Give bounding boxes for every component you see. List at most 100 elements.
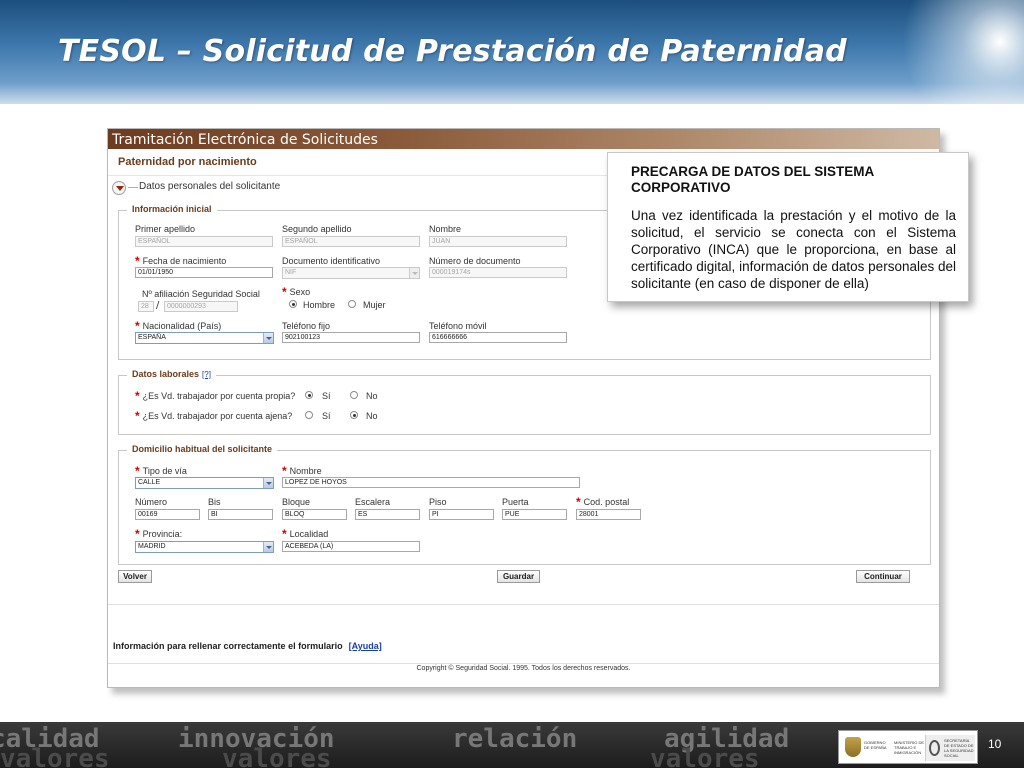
- continuar-button[interactable]: Continuar: [856, 570, 910, 583]
- radio-cuenta-propia-si[interactable]: [305, 391, 313, 399]
- nacionalidad-select[interactable]: ESPAÑA: [135, 332, 274, 344]
- help-link[interactable]: [?]: [202, 370, 211, 379]
- label-segundo-apellido: Segundo apellido: [282, 224, 352, 234]
- label-fecha-nacimiento-text: Fecha de nacimiento: [142, 256, 227, 266]
- footer-word: valores: [0, 744, 110, 768]
- divider: [108, 604, 939, 605]
- label-fecha-nacimiento: * Fecha de nacimiento: [135, 254, 226, 268]
- legend-informacion-inicial: Información inicial: [127, 204, 217, 214]
- puerta-field[interactable]: PUE: [502, 509, 567, 520]
- required-asterisk-icon: *: [282, 464, 287, 478]
- label-bis: Bis: [208, 497, 221, 507]
- chevron-down-icon: [263, 542, 273, 552]
- numero-documento-field[interactable]: 000019174s: [429, 267, 567, 278]
- header-glow-decoration: [864, 0, 1024, 104]
- numero-field[interactable]: 00169: [135, 509, 200, 520]
- nacionalidad-select-value: ESPAÑA: [138, 334, 166, 341]
- slide-title: TESOL – Solicitud de Prestación de Pater…: [58, 34, 847, 69]
- label-cuenta-ajena-si: Sí: [322, 411, 331, 421]
- localidad-field[interactable]: ACEBEDA (LA): [282, 541, 420, 552]
- required-asterisk-icon: *: [576, 495, 581, 509]
- label-bloque: Bloque: [282, 497, 311, 507]
- label-hombre: Hombre: [303, 300, 336, 310]
- footer-word: valores: [222, 744, 332, 768]
- required-asterisk-icon: *: [135, 254, 140, 268]
- info-text: Información para rellenar correctamente …: [113, 641, 382, 651]
- telefono-movil-field[interactable]: 616666666: [429, 332, 567, 343]
- label-localidad: * Localidad: [282, 527, 328, 541]
- coat-of-arms-icon: [845, 737, 861, 757]
- chevron-down-icon: [263, 333, 273, 343]
- bis-field[interactable]: BI: [208, 509, 273, 520]
- radio-cuenta-ajena-si[interactable]: [305, 411, 313, 419]
- provincia-select-value: MADRID: [138, 543, 166, 550]
- afiliacion-number-field[interactable]: 0000000293: [164, 301, 238, 312]
- label-telefono-movil: Teléfono móvil: [429, 321, 487, 331]
- radio-cuenta-propia-no[interactable]: [350, 391, 358, 399]
- label-escalera: Escalera: [355, 497, 391, 507]
- required-asterisk-icon: *: [135, 409, 140, 423]
- label-cuenta-propia-no: No: [366, 391, 378, 401]
- label-cuenta-ajena-text: ¿Es Vd. trabajador por cuenta ajena?: [142, 411, 293, 421]
- afiliacion-separator: /: [156, 300, 160, 311]
- primer-apellido-field[interactable]: ESPAÑOL: [135, 236, 273, 247]
- cod-postal-field[interactable]: 28001: [576, 509, 641, 520]
- required-asterisk-icon: *: [282, 527, 287, 541]
- logo-secretaria-text: SECRETARÍA DE ESTADO DE LA SEGURIDAD SOC…: [944, 738, 974, 758]
- label-afiliacion: Nº afiliación Seguridad Social: [142, 289, 260, 299]
- segundo-apellido-field[interactable]: ESPAÑOL: [282, 236, 420, 247]
- provincia-select[interactable]: MADRID: [135, 541, 274, 553]
- government-logo: GOBIERNO DE ESPAÑA MINISTERIO DE TRABAJO…: [838, 730, 978, 764]
- label-domicilio-nombre: * Nombre: [282, 464, 322, 478]
- volver-button[interactable]: Volver: [118, 570, 152, 583]
- radio-mujer[interactable]: [348, 300, 356, 308]
- chevron-down-icon: [263, 478, 273, 488]
- telefono-fijo-field[interactable]: 902100123: [282, 332, 420, 343]
- afiliacion-prefix-field[interactable]: 28: [138, 301, 154, 312]
- logo-ministerio-text: MINISTERIO DE TRABAJO E INMIGRACIÓN: [894, 740, 925, 755]
- nombre-field[interactable]: JUAN: [429, 236, 567, 247]
- chevron-down-icon: [409, 268, 419, 278]
- info-text-label: Información para rellenar correctamente …: [113, 641, 343, 651]
- label-sexo-text: Sexo: [289, 287, 311, 297]
- label-sexo: * Sexo: [282, 285, 310, 299]
- divider: [108, 663, 939, 664]
- label-cod-postal-text: Cod. postal: [583, 497, 630, 507]
- footer-word: relación: [452, 724, 578, 754]
- collapse-toggle-icon[interactable]: [112, 181, 126, 195]
- label-tipo-via-text: Tipo de vía: [142, 466, 187, 476]
- escalera-field[interactable]: ES: [355, 509, 420, 520]
- label-cuenta-ajena-no: No: [366, 411, 378, 421]
- fecha-nacimiento-field[interactable]: 01/01/1950: [135, 267, 273, 278]
- label-cuenta-propia-si: Sí: [322, 391, 331, 401]
- radio-cuenta-ajena-no[interactable]: [350, 411, 358, 419]
- piso-field[interactable]: PI: [429, 509, 494, 520]
- required-asterisk-icon: *: [135, 527, 140, 541]
- label-nombre: Nombre: [429, 224, 462, 234]
- label-numero-documento: Número de documento: [429, 256, 521, 266]
- page-number: 10: [988, 737, 1002, 751]
- guardar-button[interactable]: Guardar: [497, 570, 540, 583]
- tipo-via-select[interactable]: CALLE: [135, 477, 274, 489]
- label-cuenta-propia-text: ¿Es Vd. trabajador por cuenta propia?: [142, 391, 296, 401]
- form-heading: Paternidad por nacimiento: [118, 156, 257, 168]
- bloque-field[interactable]: BLOQ: [282, 509, 347, 520]
- footer-word: valores: [650, 744, 760, 768]
- label-localidad-text: Localidad: [289, 529, 329, 539]
- callout-title: PRECARGA DE DATOS DEL SISTEMA CORPORATIV…: [631, 164, 874, 195]
- tipo-via-select-value: CALLE: [138, 479, 161, 486]
- fieldset-domicilio: Domicilio habitual del solicitante * Tipo…: [118, 444, 931, 565]
- copyright-text: Copyright © Seguridad Social. 1995. Todo…: [416, 665, 631, 672]
- label-cod-postal: * Cod. postal: [576, 495, 629, 509]
- footer-values-banner: calidad valores innovación valores relac…: [0, 724, 840, 768]
- ayuda-link[interactable]: [Ayuda]: [349, 641, 382, 651]
- domicilio-nombre-field[interactable]: LOPEZ DE HOYOS: [282, 477, 580, 488]
- label-cuenta-propia: * ¿Es Vd. trabajador por cuenta propia?: [135, 389, 295, 403]
- label-nacionalidad: * Nacionalidad (País): [135, 319, 221, 333]
- label-cuenta-ajena: * ¿Es Vd. trabajador por cuenta ajena?: [135, 409, 292, 423]
- radio-hombre[interactable]: [289, 300, 297, 308]
- divider: [128, 187, 138, 188]
- label-domicilio-nombre-text: Nombre: [289, 466, 322, 476]
- fieldset-datos-laborales: Datos laborales [?] * ¿Es Vd. trabajador p…: [118, 369, 931, 435]
- documento-select[interactable]: NIF: [282, 267, 420, 279]
